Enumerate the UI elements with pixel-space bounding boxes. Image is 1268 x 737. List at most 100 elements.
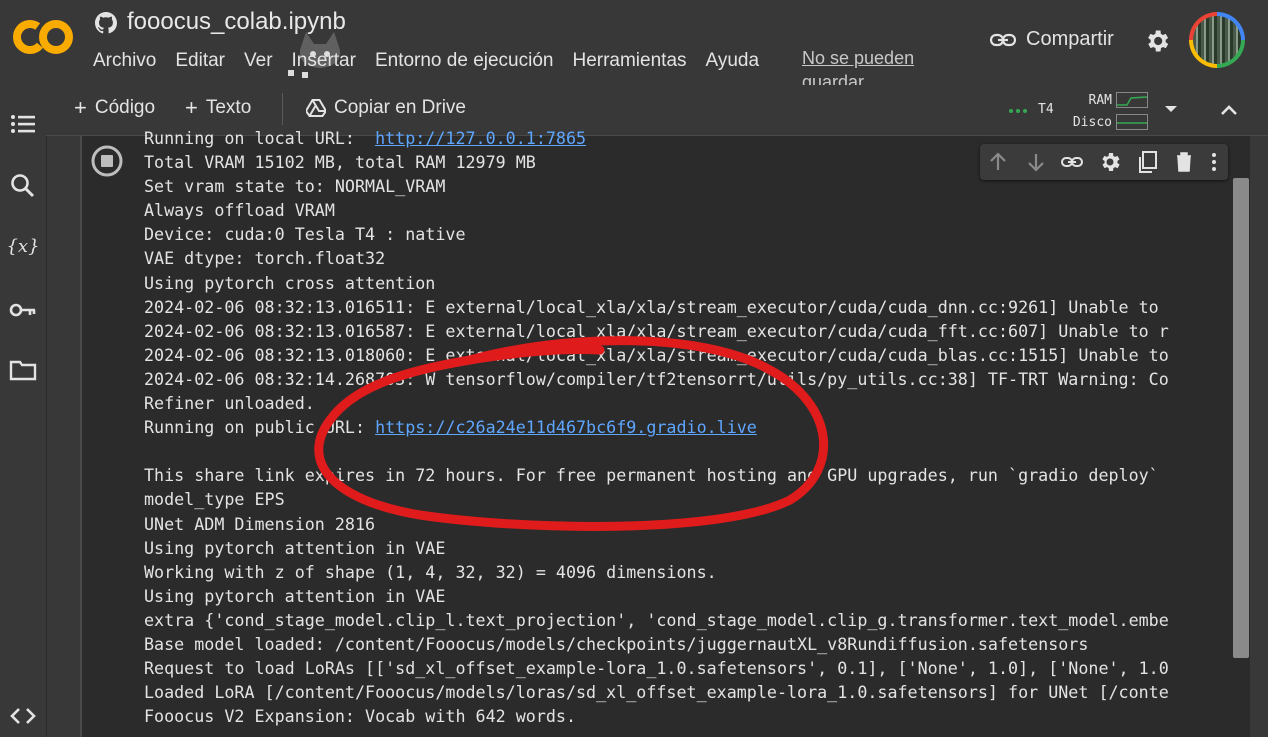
share-button[interactable]: Compartir: [990, 28, 1114, 51]
add-text-label: Texto: [205, 97, 252, 118]
output-line-text: model_type EPS: [144, 489, 285, 510]
output-line: 2024-02-06 08:32:14.268703: W tensorflow…: [144, 367, 1234, 391]
plus-icon: +: [74, 95, 87, 120]
colab-logo[interactable]: [12, 18, 74, 56]
output-line: Loaded LoRA [/content/Fooocus/models/lor…: [144, 680, 1234, 704]
search-icon[interactable]: [8, 171, 38, 201]
cell-output: Running on local URL: http://127.0.0.1:7…: [144, 126, 1234, 728]
left-sidebar: {x}: [0, 85, 47, 737]
output-line-text: Using pytorch attention in VAE: [144, 585, 446, 606]
output-line: Using pytorch cross attention: [144, 271, 1234, 295]
output-line: model_type EPS: [144, 487, 1234, 511]
output-line-text: Fooocus V2 Expansion: Vocab with 642 wor…: [144, 706, 577, 727]
output-line: UNet ADM Dimension 2816: [144, 512, 1234, 536]
output-line-text: Request to load LoRAs [['sd_xl_offset_ex…: [144, 658, 1169, 679]
output-line: VAE dtype: torch.float32: [144, 246, 1234, 270]
output-line-text: Working with z of shape (1, 4, 32, 32) =…: [144, 561, 717, 582]
output-line-text: VAE dtype: torch.float32: [144, 248, 386, 269]
output-line: Working with z of shape (1, 4, 32, 32) =…: [144, 560, 1234, 584]
output-line-text: 2024-02-06 08:32:14.268703: W tensorflow…: [144, 368, 1169, 389]
plus-icon: +: [185, 95, 198, 120]
code-snippets-icon[interactable]: [8, 701, 38, 731]
runtime-type[interactable]: T4: [1038, 102, 1054, 117]
menu-editar[interactable]: Editar: [175, 50, 225, 72]
add-code-button[interactable]: + Código: [74, 97, 155, 119]
toolbar-divider: [282, 93, 283, 125]
output-line: This share link expires in 72 hours. For…: [144, 463, 1234, 487]
cell-toolbar: [980, 144, 1228, 180]
output-line-text: Refiner unloaded.: [144, 393, 315, 414]
menu-bar: Archivo Editar Ver Insertar Entorno de e…: [93, 50, 778, 72]
output-line-text: Total VRAM 15102 MB, total RAM 12979 MB: [144, 152, 536, 173]
output-line: 2024-02-06 08:32:13.018060: E external/l…: [144, 343, 1234, 367]
output-line-text: 2024-02-06 08:32:13.016511: E external/l…: [144, 296, 1169, 317]
settings-gear-icon[interactable]: [1143, 27, 1171, 55]
output-line: Base model loaded: /content/Fooocus/mode…: [144, 632, 1234, 656]
copy-to-drive-button[interactable]: Copiar en Drive: [306, 97, 466, 119]
move-up-icon[interactable]: [986, 150, 1010, 174]
output-line-text: 2024-02-06 08:32:13.016587: E external/l…: [144, 320, 1169, 341]
link-cell-icon[interactable]: [1060, 150, 1084, 174]
output-line: Using pytorch attention in VAE: [144, 536, 1234, 560]
menu-archivo[interactable]: Archivo: [93, 50, 156, 72]
output-line-text: Running on public URL:: [144, 417, 376, 438]
secrets-key-icon[interactable]: [8, 295, 38, 325]
output-line-text: This share link expires in 72 hours. For…: [144, 465, 1159, 486]
output-line-text: Using pytorch attention in VAE: [144, 537, 446, 558]
connected-status-icon: [1009, 109, 1027, 113]
output-line-text: extra {'cond_stage_model.clip_l.text_pro…: [144, 609, 1169, 630]
output-line: extra {'cond_stage_model.clip_l.text_pro…: [144, 608, 1234, 632]
menu-insertar[interactable]: Insertar: [292, 50, 356, 72]
variables-icon[interactable]: {x}: [8, 231, 38, 261]
stop-execution-icon[interactable]: [90, 144, 124, 178]
output-line-text: Running on local URL:: [144, 128, 376, 148]
code-cell[interactable]: Running on local URL: http://127.0.0.1:7…: [80, 128, 1242, 737]
chevron-up-icon[interactable]: [1218, 99, 1240, 121]
move-down-icon[interactable]: [1024, 150, 1048, 174]
link-icon: [990, 33, 1016, 46]
output-line: 2024-02-06 08:32:13.016587: E external/l…: [144, 319, 1234, 343]
output-line-text: Device: cuda:0 Tesla T4 : native: [144, 224, 466, 245]
cell-settings-gear-icon[interactable]: [1098, 150, 1122, 174]
output-line: Device: cuda:0 Tesla T4 : native: [144, 222, 1234, 246]
output-line: 2024-02-06 08:32:13.016511: E external/l…: [144, 295, 1234, 319]
drive-icon: [306, 99, 326, 117]
delete-trash-icon[interactable]: [1172, 150, 1196, 174]
files-folder-icon[interactable]: [8, 355, 38, 385]
output-line-text: Base model loaded: /content/Fooocus/mode…: [144, 633, 1089, 654]
output-line-text: Using pytorch cross attention: [144, 272, 436, 293]
menu-ayuda[interactable]: Ayuda: [706, 50, 760, 72]
account-avatar[interactable]: [1189, 12, 1245, 68]
output-line-text: Always offload VRAM: [144, 200, 335, 221]
svg-text:{x}: {x}: [8, 236, 38, 257]
more-options-icon[interactable]: [1202, 150, 1226, 174]
table-of-contents-icon[interactable]: [8, 109, 38, 139]
output-line: Using pytorch attention in VAE: [144, 584, 1234, 608]
add-code-label: Código: [94, 97, 156, 118]
menu-ver[interactable]: Ver: [244, 50, 273, 72]
menu-entorno[interactable]: Entorno de ejecución: [375, 50, 554, 72]
output-line: Request to load LoRAs [['sd_xl_offset_ex…: [144, 656, 1234, 680]
output-line: Running on public URL: https://c26a24e11…: [144, 415, 1234, 439]
output-url-link[interactable]: http://127.0.0.1:7865: [375, 128, 586, 148]
share-label: Compartir: [1026, 28, 1114, 50]
output-line-text: Set vram state to: NORMAL_VRAM: [144, 176, 446, 197]
chevron-down-icon[interactable]: [1164, 103, 1178, 115]
github-icon: [95, 12, 117, 34]
output-line: Fooocus V2 Expansion: Vocab with 642 wor…: [144, 704, 1234, 728]
output-line-text: Loaded LoRA [/content/Fooocus/models/lor…: [144, 682, 1169, 703]
mirror-cell-icon[interactable]: [1136, 150, 1160, 174]
top-bar: fooocus_colab.ipynb Archivo Editar Ver I…: [0, 0, 1268, 92]
add-text-button[interactable]: + Texto: [185, 97, 251, 119]
output-line-text: 2024-02-06 08:32:13.018060: E external/l…: [144, 344, 1169, 365]
copy-to-drive-label: Copiar en Drive: [334, 97, 466, 118]
output-scrollbar-thumb[interactable]: [1233, 178, 1249, 658]
ram-usage-sparkline: [1116, 92, 1148, 108]
output-line-text: UNet ADM Dimension 2816: [144, 513, 376, 534]
output-line: Always offload VRAM: [144, 198, 1234, 222]
output-url-link[interactable]: https://c26a24e11d467bc6f9.gradio.live: [375, 417, 757, 437]
menu-herramientas[interactable]: Herramientas: [572, 50, 686, 72]
output-line: Refiner unloaded.: [144, 391, 1234, 415]
ram-label: RAM: [1088, 93, 1112, 108]
